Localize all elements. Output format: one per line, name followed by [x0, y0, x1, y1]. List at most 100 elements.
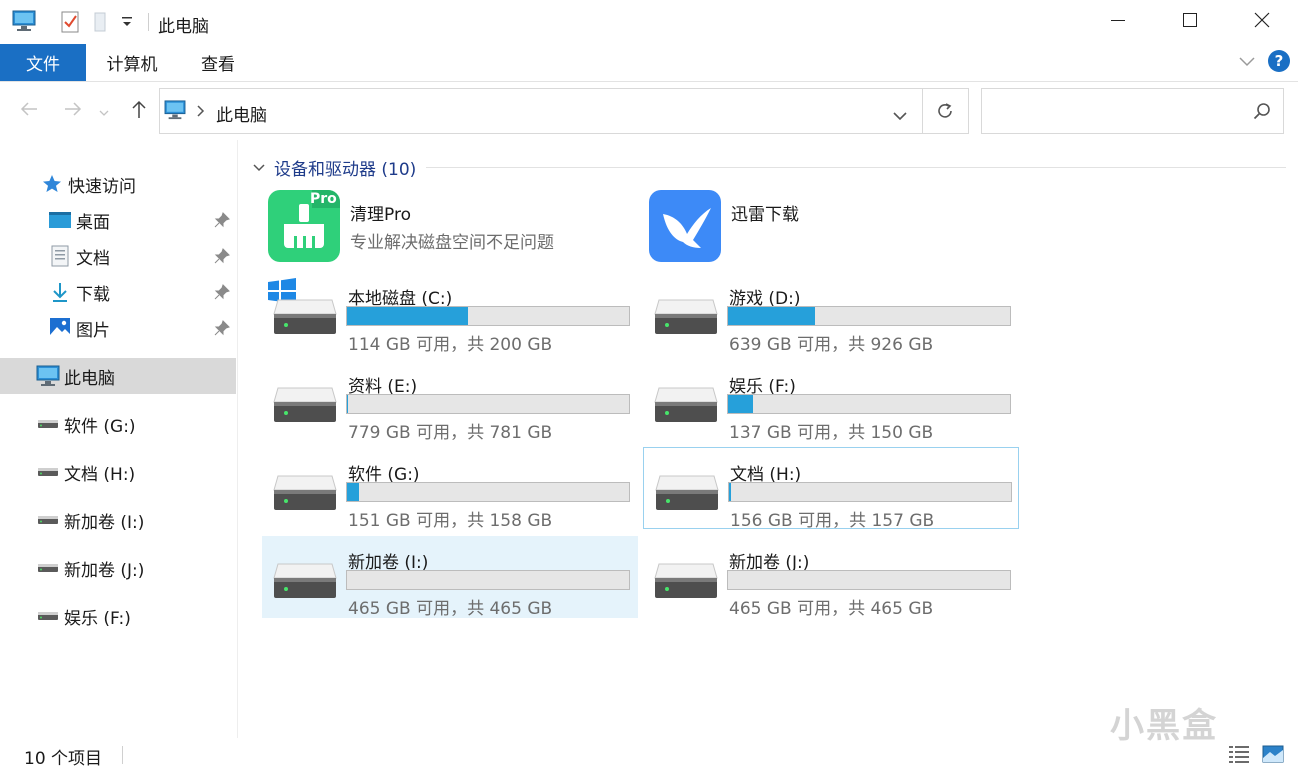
hard-drive-icon [272, 382, 338, 430]
minimize-button[interactable] [1082, 0, 1154, 44]
sidebar-item-quick-access[interactable]: 快速访问 [0, 166, 236, 202]
drive-tile-g[interactable]: 软件 (G:) 151 GB 可用，共 158 GB [262, 450, 638, 532]
maximize-button[interactable] [1154, 0, 1226, 44]
drive-capacity: 639 GB 可用，共 926 GB [729, 335, 934, 355]
sidebar-item-label: 快速访问 [68, 176, 136, 197]
close-icon [1254, 12, 1270, 32]
drive-tile-d[interactable]: 游戏 (D:) 639 GB 可用，共 926 GB [643, 274, 1019, 356]
app-tile-thunder[interactable]: 迅雷下载 [645, 188, 1021, 270]
star-icon [40, 172, 64, 196]
search-icon[interactable] [1253, 102, 1271, 124]
sidebar-item-drive-f[interactable]: 娱乐 (F:) [0, 598, 236, 634]
drive-capacity: 151 GB 可用，共 158 GB [348, 511, 553, 531]
drive-usage-fill [347, 395, 348, 413]
app-description: 专业解决磁盘空间不足问题 [350, 233, 554, 253]
download-icon [48, 280, 72, 304]
close-button[interactable] [1226, 0, 1298, 44]
pin-icon[interactable] [214, 320, 230, 341]
window-title: 此电脑 [158, 17, 209, 37]
refresh-icon[interactable] [935, 101, 955, 125]
sidebar-item-pictures[interactable]: 图片 [0, 310, 236, 346]
breadcrumb-this-pc[interactable]: 此电脑 [216, 101, 267, 126]
this-pc-icon[interactable] [12, 10, 36, 36]
desktop-icon [48, 208, 72, 232]
sidebar-item-drive-g[interactable]: 软件 (G:) [0, 406, 236, 442]
search-box[interactable] [981, 88, 1284, 134]
recent-locations-button[interactable] [94, 96, 114, 126]
document-icon [48, 244, 72, 268]
this-pc-icon [164, 100, 186, 124]
drive-tile-h[interactable]: 文档 (H:) 156 GB 可用，共 157 GB [643, 447, 1019, 531]
up-button[interactable] [124, 96, 154, 126]
help-icon[interactable]: ? [1268, 50, 1290, 72]
sidebar-item-label: 文档 (H:) [64, 464, 136, 485]
address-separator [922, 89, 923, 133]
drive-usage-bar [727, 394, 1011, 414]
sidebar-item-drive-i[interactable]: 新加卷 (I:) [0, 502, 236, 538]
address-bar[interactable]: 此电脑 [159, 88, 969, 134]
navigation-pane: 快速访问 桌面 文档 下载 图片 此电脑 软件 (G:) 文档 (H:) 新加卷… [0, 140, 238, 738]
customize-toolbar-chevron-icon[interactable] [120, 14, 134, 33]
tiles-view-icon[interactable] [1262, 744, 1284, 768]
breadcrumb-chevron-icon[interactable] [196, 103, 206, 122]
sidebar-item-drive-h[interactable]: 文档 (H:) [0, 454, 236, 490]
drive-usage-fill [729, 483, 731, 501]
drive-icon [36, 460, 60, 484]
tab-computer[interactable]: 计算机 [94, 44, 170, 81]
picture-icon [48, 316, 72, 340]
drive-icon [36, 604, 60, 628]
chevron-down-icon [99, 102, 109, 121]
pin-icon[interactable] [214, 248, 230, 269]
tab-file[interactable]: 文件 [0, 44, 86, 81]
watermark-logo: 小黑盒 [1110, 706, 1218, 746]
status-bar: 10 个项目 [0, 738, 1298, 772]
drive-capacity: 779 GB 可用，共 781 GB [348, 423, 553, 443]
details-view-icon[interactable] [1228, 744, 1250, 768]
forward-button[interactable] [58, 96, 88, 126]
sidebar-item-downloads[interactable]: 下载 [0, 274, 236, 310]
drive-tile-c[interactable]: 本地磁盘 (C:) 114 GB 可用，共 200 GB [262, 274, 638, 356]
up-arrow-icon [131, 99, 147, 123]
sidebar-item-label: 娱乐 (F:) [64, 608, 131, 629]
sidebar-item-label: 文档 [76, 248, 110, 269]
sidebar-item-desktop[interactable]: 桌面 [0, 202, 236, 238]
expand-ribbon-chevron-icon[interactable] [1238, 52, 1256, 71]
app-name: 迅雷下载 [731, 205, 799, 225]
content-pane: 设备和驱动器 (10) Pro 清理Pro 专业解决磁盘空间不足问题 迅雷下载 … [240, 140, 1298, 738]
drive-capacity: 465 GB 可用，共 465 GB [729, 599, 934, 619]
pin-icon[interactable] [214, 284, 230, 305]
ribbon-tabs: 文件 计算机 查看 ? [0, 44, 1298, 82]
collapse-chevron-icon[interactable] [252, 158, 266, 177]
minimize-icon [1110, 12, 1126, 32]
drive-usage-bar [346, 570, 630, 590]
address-history-chevron-icon[interactable] [892, 106, 908, 125]
group-header-devices[interactable]: 设备和驱动器 (10) [252, 154, 1286, 180]
properties-icon[interactable] [60, 10, 80, 38]
sidebar-item-this-pc[interactable]: 此电脑 [0, 358, 236, 394]
drive-capacity: 137 GB 可用，共 150 GB [729, 423, 934, 443]
drive-capacity: 156 GB 可用，共 157 GB [730, 511, 935, 531]
drive-usage-bar [727, 306, 1011, 326]
search-input[interactable] [982, 89, 1242, 133]
forward-arrow-icon [63, 101, 83, 121]
drive-tile-j[interactable]: 新加卷 (J:) 465 GB 可用，共 465 GB [643, 536, 1019, 619]
drive-tile-e[interactable]: 资料 (E:) 779 GB 可用，共 781 GB [262, 362, 638, 444]
drive-usage-bar [346, 306, 630, 326]
sidebar-item-label: 新加卷 (J:) [64, 560, 145, 581]
back-button[interactable] [14, 96, 44, 126]
sidebar-item-drive-j[interactable]: 新加卷 (J:) [0, 550, 236, 586]
new-folder-icon[interactable] [92, 10, 108, 38]
sidebar-item-documents[interactable]: 文档 [0, 238, 236, 274]
drive-usage-bar [728, 482, 1012, 502]
group-divider [426, 166, 1286, 168]
app-tile-cleaner-pro[interactable]: Pro 清理Pro 专业解决磁盘空间不足问题 [264, 188, 640, 270]
this-pc-icon [36, 364, 60, 388]
drive-tile-i[interactable]: 新加卷 (I:) 465 GB 可用，共 465 GB [262, 536, 638, 619]
drive-usage-bar [346, 482, 630, 502]
tab-view[interactable]: 查看 [186, 44, 250, 81]
app-name: 清理Pro [350, 205, 411, 225]
pin-icon[interactable] [214, 212, 230, 233]
item-count: 10 个项目 [24, 749, 103, 769]
drive-tile-f[interactable]: 娱乐 (F:) 137 GB 可用，共 150 GB [643, 362, 1019, 444]
status-separator [122, 746, 123, 764]
